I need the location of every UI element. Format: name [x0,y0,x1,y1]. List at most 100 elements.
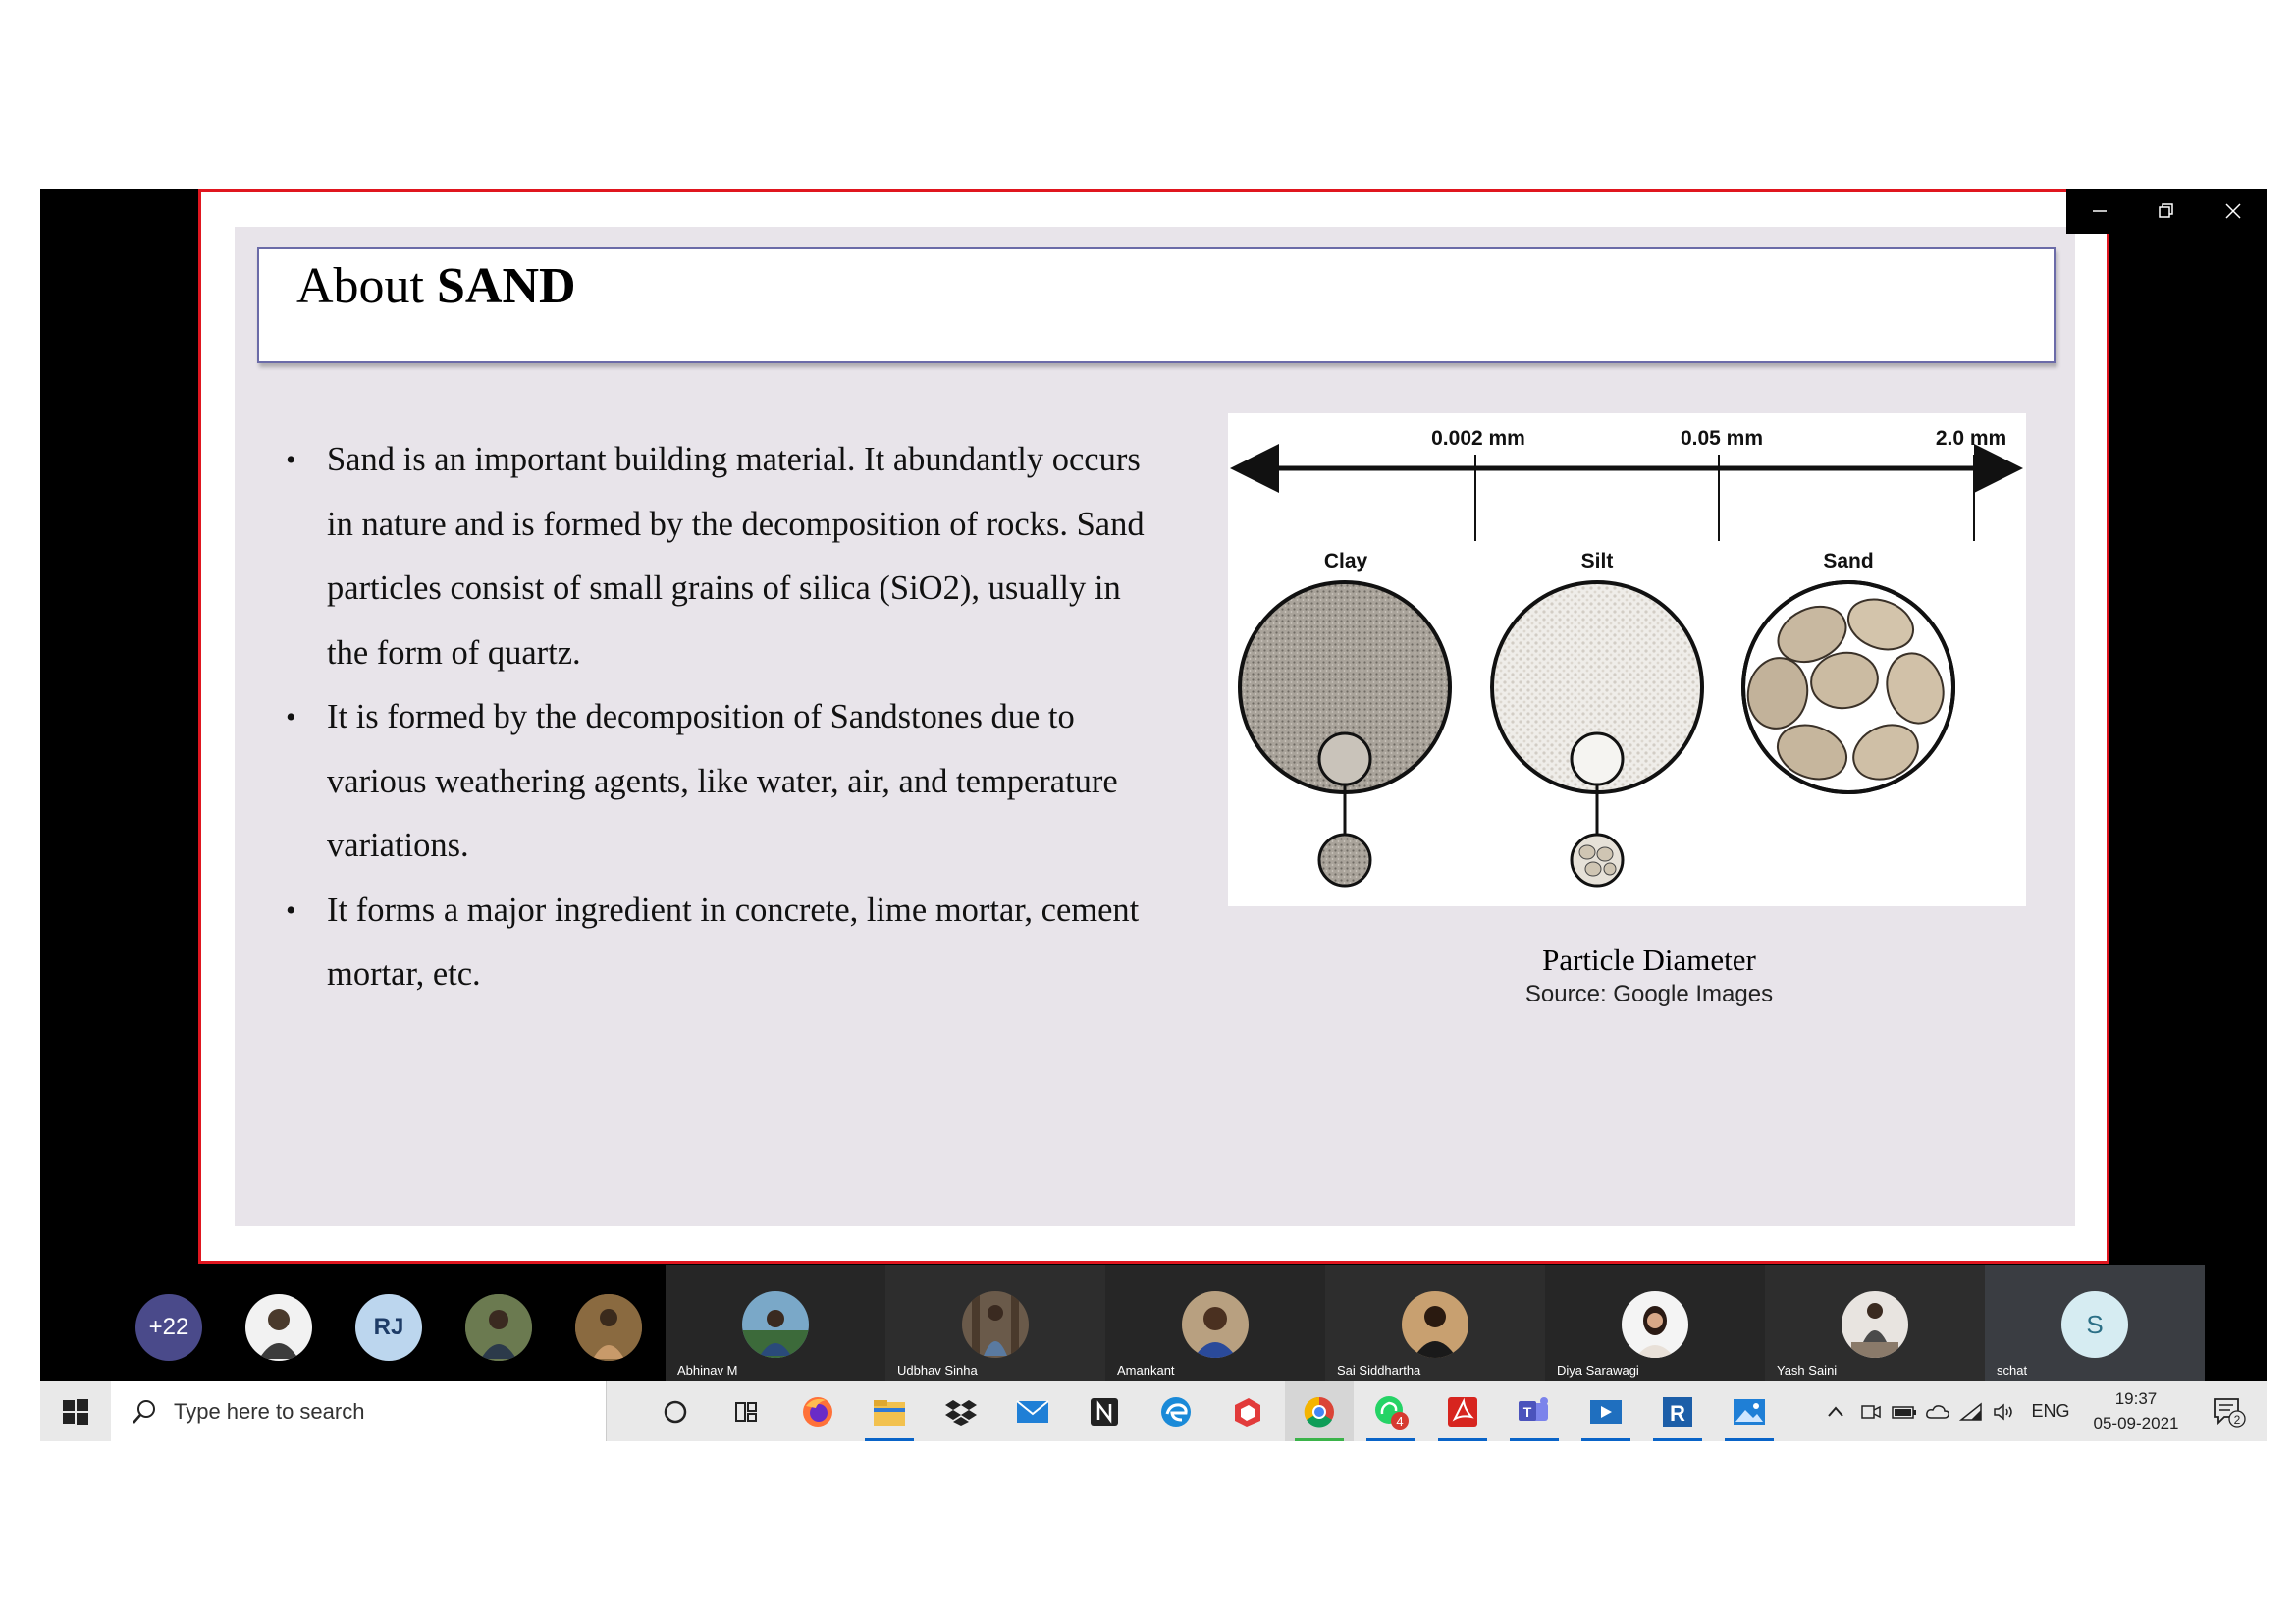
participant-avatar[interactable] [245,1294,312,1361]
taskbar-app-chrome[interactable] [1285,1381,1354,1441]
taskbar-app-acrobat[interactable] [1428,1381,1497,1441]
tray-wifi[interactable] [1954,1381,1988,1441]
person-photo-icon [962,1291,1029,1358]
person-photo-icon [1842,1291,1908,1358]
minimize-button[interactable] [2066,189,2133,234]
participants-strip: +22 RJ Abhinav M Udbhav Sinha Amankant S… [40,1265,2267,1382]
active-app-indicator [865,1438,914,1441]
windows-taskbar: Type here to search 4 T R ENG 19:37 05-0… [40,1381,2267,1441]
speaker-icon [1994,1402,2012,1421]
tray-onedrive[interactable] [1921,1381,1954,1441]
participant-tile[interactable]: Yash Saini [1765,1265,1985,1382]
active-app-indicator [1581,1438,1630,1441]
participant-tile[interactable]: Diya Sarawagi [1545,1265,1765,1382]
clock-date: 05-09-2021 [2093,1414,2179,1433]
taskbar-app-firefox[interactable] [783,1381,852,1441]
taskbar-app-revit[interactable]: R [1643,1381,1712,1441]
start-button[interactable] [40,1381,111,1441]
action-center-button[interactable]: 2 [2211,1393,2246,1429]
notification-icon: 2 [2214,1398,2246,1428]
participant-avatar [962,1291,1029,1358]
bullet-item: • It forms a major ingredient in concrete… [286,879,1149,1007]
particle-label-silt: Silt [1581,550,1614,572]
participant-avatar [742,1291,809,1358]
participant-tile[interactable]: S schat [1985,1265,2205,1382]
media-player-icon [1590,1399,1622,1424]
figure-caption: Particle Diameter [1542,943,1756,977]
search-placeholder: Type here to search [174,1398,365,1424]
svg-text:T: T [1523,1404,1532,1420]
close-button[interactable] [2200,189,2267,234]
taskbar-app-file-explorer[interactable] [855,1381,924,1441]
active-app-indicator [1366,1438,1415,1441]
particle-size-figure: 0.002 mm 0.05 mm 2.0 mm Clay Silt Sand [1228,413,2026,906]
person-photo-icon [1622,1291,1688,1358]
taskbar-app-teams[interactable]: T [1500,1381,1569,1441]
particle-size-diagram: 0.002 mm 0.05 mm 2.0 mm Clay Silt Sand [1230,427,2023,888]
tray-meet-now[interactable] [1854,1381,1888,1441]
taskbar-app-mail[interactable] [998,1381,1067,1441]
show-hidden-icons-button[interactable] [1819,1381,1852,1441]
participant-avatar [1182,1291,1249,1358]
tray-volume[interactable] [1988,1381,2021,1441]
cortana-button[interactable] [641,1381,710,1441]
teams-icon: T [1519,1396,1548,1421]
restore-button[interactable] [2133,189,2200,234]
taskbar-app-sketchup[interactable] [1213,1381,1282,1441]
scale-label-silt-sand: 0.05 mm [1681,427,1763,450]
bullet-list: • Sand is an important building material.… [286,428,1149,1007]
firefox-icon [803,1396,832,1427]
system-clock[interactable]: 19:37 05-09-2021 [2082,1386,2190,1435]
participant-tile[interactable]: Sai Siddhartha [1325,1265,1545,1382]
taskbar-app-media-player[interactable] [1572,1381,1640,1441]
task-view-button[interactable] [712,1381,780,1441]
participant-avatar[interactable] [465,1294,532,1361]
bullet-dot: • [286,444,296,476]
taskbar-app-whatsapp[interactable]: 4 [1357,1381,1425,1441]
participant-name: Sai Siddhartha [1337,1363,1421,1378]
sketchup-icon [1235,1397,1260,1427]
slide-title-bold: SAND [437,258,576,314]
participant-name: schat [1997,1363,2028,1378]
participant-initials-avatar[interactable]: RJ [355,1294,422,1361]
participant-name: Diya Sarawagi [1557,1363,1639,1378]
taskbar-search-box[interactable]: Type here to search [111,1381,607,1441]
bullet-text: It is formed by the decomposition of San… [327,698,1118,864]
search-icon [133,1399,155,1424]
participant-name: Abhinav M [677,1363,738,1378]
slide-title-box: About SAND [257,247,2056,363]
participant-tile[interactable]: Amankant [1105,1265,1325,1382]
participant-name: Yash Saini [1777,1363,1838,1378]
cloud-icon [1926,1404,1949,1419]
scale-label-sand-max: 2.0 mm [1936,427,2006,450]
participant-tile[interactable]: Udbhav Sinha [885,1265,1105,1382]
photos-icon [1734,1398,1765,1425]
taskbar-app-notion[interactable] [1070,1381,1139,1441]
person-photo-icon [465,1294,532,1361]
bullet-text: It forms a major ingredient in concrete,… [327,891,1140,994]
taskbar-app-dropbox[interactable] [927,1381,995,1441]
participant-initial-avatar: S [2061,1291,2128,1358]
meeting-window: About SAND • Sand is an important buildin… [40,189,2267,1441]
bullet-dot: • [286,893,296,927]
whatsapp-badge-count: 4 [1396,1414,1403,1429]
close-icon [2225,203,2241,219]
tray-battery[interactable] [1888,1381,1921,1441]
taskbar-app-edge[interactable] [1142,1381,1210,1441]
person-photo-icon [742,1291,809,1358]
tray-language[interactable]: ENG [2023,1381,2078,1441]
restore-icon [2159,203,2173,218]
wifi-icon [1959,1401,1982,1421]
window-controls [2066,189,2267,234]
slide-title: About SAND [296,257,576,315]
participant-avatar[interactable] [575,1294,642,1361]
more-participants-button[interactable]: +22 [135,1294,202,1361]
notification-count: 2 [2234,1413,2241,1427]
taskbar-app-photos[interactable] [1715,1381,1784,1441]
participant-avatar [1402,1291,1468,1358]
participant-tile[interactable]: Abhinav M [666,1265,885,1382]
svg-text:R: R [1670,1401,1685,1426]
person-photo-icon [1182,1291,1249,1358]
figure-source: Source: Google Images [1524,981,1774,1007]
participant-avatar [1622,1291,1688,1358]
